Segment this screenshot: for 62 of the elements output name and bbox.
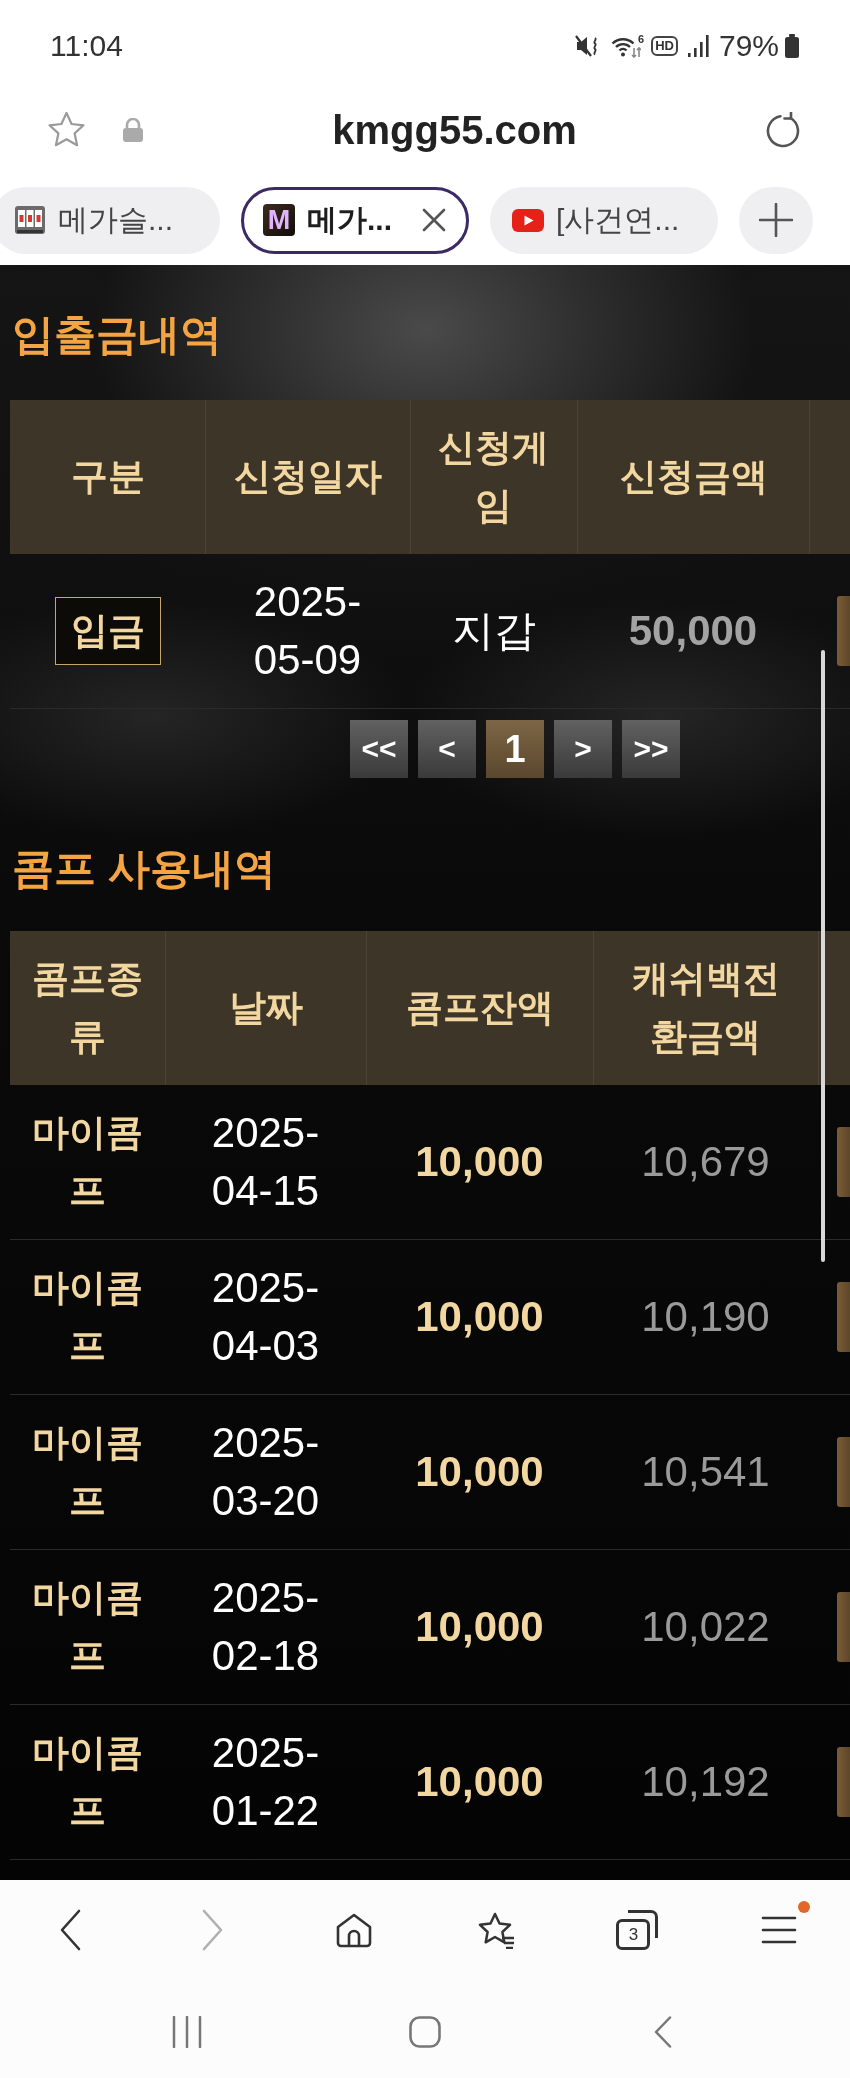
table-cell-text: 마이콤프 [31, 1266, 144, 1368]
system-back-icon[interactable] [654, 2016, 672, 2048]
column-header: 캐쉬백전환금액 [631, 957, 781, 1059]
menu-icon[interactable] [761, 1916, 798, 1944]
signal-bars-icon [686, 33, 709, 58]
table-cell-text: 10,000 [415, 1292, 544, 1342]
recent-apps-icon[interactable] [172, 2016, 202, 2048]
table-cell-text: 2025-05-09 [252, 577, 363, 685]
table-cell-text: 마이콤프 [31, 1576, 144, 1678]
table-cell-text: 10,022 [641, 1602, 770, 1652]
table-cell-text: 마이콤프 [31, 1421, 144, 1523]
first-page-button[interactable]: << [350, 720, 408, 778]
last-page-button[interactable]: >> [622, 720, 680, 778]
table-cell-text: 지갑 [451, 606, 536, 656]
browser-tab[interactable]: [사건연... [490, 186, 718, 254]
table-cell-text: 50,000 [628, 606, 758, 656]
column-header: 신청금액 [619, 455, 768, 499]
home-icon[interactable] [335, 1912, 374, 1948]
column-header: 콤프종류 [31, 957, 144, 1059]
table-cell-text: 마이콤프 [31, 1111, 144, 1213]
back-icon[interactable] [58, 1909, 83, 1951]
table-cell-text: 2025-01-22 [210, 1728, 321, 1836]
type-badge: 입금 [54, 597, 161, 665]
table-cell-text: 10,190 [641, 1292, 770, 1342]
table-cell-text: 2025-03-20 [210, 1418, 321, 1526]
table-cell-text: 10,000 [415, 1602, 544, 1652]
slot-machine-icon [14, 204, 46, 236]
battery-icon [784, 33, 800, 58]
reload-icon[interactable] [765, 112, 801, 148]
battery-percentage: 79% [718, 28, 779, 63]
section-title: 입출금내역 [12, 310, 223, 360]
page-number-button[interactable]: 1 [486, 720, 544, 778]
plus-icon [759, 203, 793, 237]
play-button-icon [512, 208, 544, 232]
table-cell-text: 2025-02-18 [210, 1573, 321, 1681]
column-header: 콤프잔액 [406, 986, 554, 1030]
column-header: 날짜 [229, 986, 303, 1030]
table-cell-text: 10,192 [641, 1757, 770, 1807]
next-page-button[interactable]: > [554, 720, 612, 778]
address-field[interactable]: kmgg55.com [144, 107, 765, 153]
column-header: 신청게임 [437, 426, 551, 528]
table-cell-text: 10,000 [415, 1757, 544, 1807]
previous-page-button[interactable]: < [418, 720, 476, 778]
table-cell-text: 2025-04-15 [210, 1108, 321, 1216]
table-cell-text: 2025-04-03 [210, 1263, 321, 1371]
browser-tab[interactable]: M 메가... [241, 186, 469, 254]
column-header: 신청일자 [234, 455, 382, 499]
table-cell-text: 10,000 [415, 1137, 544, 1187]
table-cell-text: 마이콤프 [31, 1731, 144, 1833]
hd-voice-indicator: HD [651, 35, 678, 56]
lock-icon[interactable] [122, 118, 144, 142]
section-title: 콤프 사용내역 [12, 844, 277, 894]
table-cell-text: 10,000 [415, 1447, 544, 1497]
column-header: 구분 [70, 455, 145, 499]
home-square-icon[interactable] [409, 2016, 441, 2048]
table-cell-text: 10,541 [641, 1447, 770, 1497]
browser-tab[interactable]: 메가슬... [0, 186, 220, 254]
wifi-standard-label: 6 [638, 33, 645, 45]
table-cell-text: 10,679 [641, 1137, 770, 1187]
clock-time: 11:04 [50, 28, 123, 63]
letter-logo: M [263, 204, 295, 236]
close-icon[interactable] [420, 206, 448, 234]
